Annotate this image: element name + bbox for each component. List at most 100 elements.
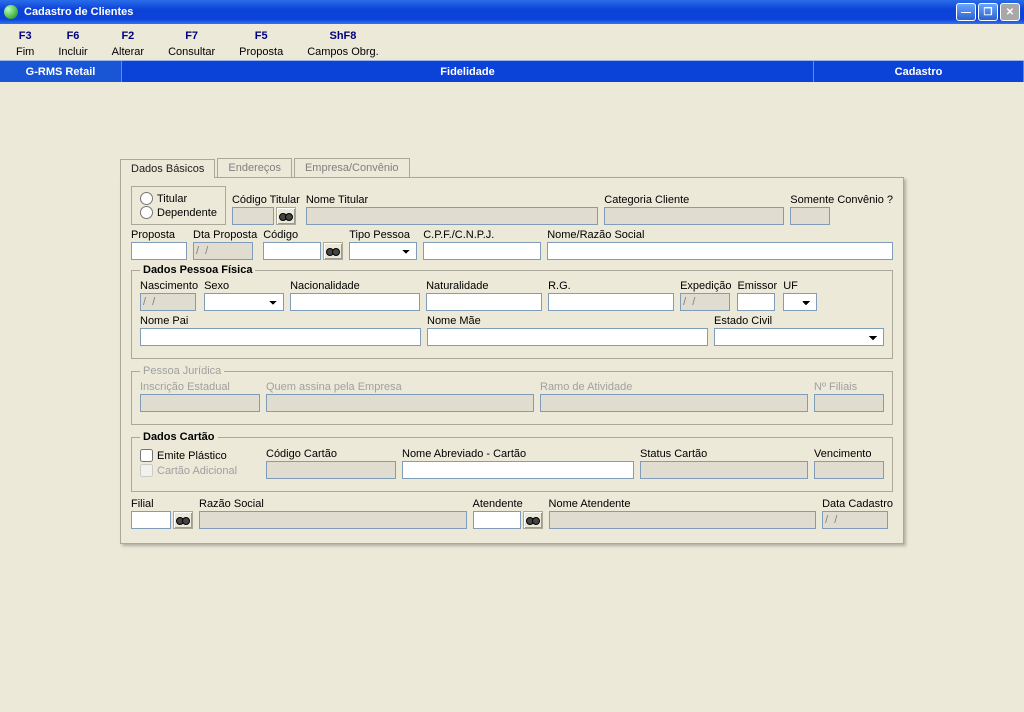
lookup-titular-button[interactable] <box>276 207 296 225</box>
input-nome-pai[interactable] <box>140 328 421 346</box>
select-somente-convenio[interactable] <box>790 207 830 225</box>
input-ramo-atividade <box>540 394 808 412</box>
input-data-cadastro[interactable] <box>822 511 888 529</box>
window-title: Cadastro de Clientes <box>24 6 133 18</box>
label-codigo-titular: Código Titular <box>232 194 300 206</box>
app-icon <box>4 5 18 19</box>
label-nome-mae: Nome Mãe <box>427 315 708 327</box>
input-nome-titular[interactable] <box>306 207 598 225</box>
input-dta-proposta[interactable] <box>193 242 253 260</box>
tab-enderecos[interactable]: Endereços <box>217 158 292 177</box>
toolbar-f6[interactable]: F6Incluir <box>58 30 87 58</box>
input-proposta[interactable] <box>131 242 187 260</box>
label-emissor: Emissor <box>737 280 777 292</box>
toolbar-f3[interactable]: F3Fim <box>16 30 34 58</box>
label-codigo-cartao: Código Cartão <box>266 448 396 460</box>
label-nome-abreviado: Nome Abreviado - Cartão <box>402 448 634 460</box>
select-estado-civil[interactable] <box>714 328 884 346</box>
label-quem-assina: Quem assina pela Empresa <box>266 381 534 393</box>
toolbar-f2[interactable]: F2Alterar <box>112 30 144 58</box>
label-cpf-cnpj: C.P.F./C.N.P.J. <box>423 229 541 241</box>
input-inscricao-estadual <box>140 394 260 412</box>
panel-left: G-RMS Retail <box>0 61 122 82</box>
label-inscricao-estadual: Inscrição Estadual <box>140 381 260 393</box>
input-nome-abreviado[interactable] <box>402 461 634 479</box>
input-vencimento[interactable] <box>814 461 884 479</box>
select-categoria-cliente[interactable] <box>604 207 784 225</box>
label-codigo: Código <box>263 229 343 241</box>
lookup-atendente-button[interactable] <box>523 511 543 529</box>
label-emite-plastico: Emite Plástico <box>157 450 227 462</box>
input-codigo[interactable] <box>263 242 321 260</box>
label-nacionalidade: Nacionalidade <box>290 280 420 292</box>
radio-titular[interactable] <box>140 192 153 205</box>
input-filial[interactable] <box>131 511 171 529</box>
input-razao-social[interactable] <box>199 511 467 529</box>
input-quem-assina <box>266 394 534 412</box>
binoculars-icon <box>526 515 540 525</box>
panel-right: Cadastro <box>814 61 1024 82</box>
input-nascimento[interactable] <box>140 293 196 311</box>
legend-dados-cartao: Dados Cartão <box>140 431 218 443</box>
input-nome-mae[interactable] <box>427 328 708 346</box>
lookup-filial-button[interactable] <box>173 511 193 529</box>
toolbar-shf8[interactable]: ShF8Campos Obrg. <box>307 30 379 58</box>
tab-strip: Dados Básicos Endereços Empresa/Convênio <box>120 158 904 177</box>
label-tipo-pessoa: Tipo Pessoa <box>349 229 417 241</box>
label-categoria-cliente: Categoria Cliente <box>604 194 784 206</box>
label-cartao-adicional: Cartão Adicional <box>157 465 237 477</box>
label-nome-titular: Nome Titular <box>306 194 598 206</box>
select-sexo[interactable] <box>204 293 284 311</box>
toolbar-f5[interactable]: F5Proposta <box>239 30 283 58</box>
select-tipo-pessoa[interactable] <box>349 242 417 260</box>
tab-empresa-convenio[interactable]: Empresa/Convênio <box>294 158 410 177</box>
group-pessoa-fisica: Dados Pessoa Física Nascimento Sexo Naci… <box>131 264 893 359</box>
label-ramo-atividade: Ramo de Atividade <box>540 381 808 393</box>
label-atendente: Atendente <box>473 498 543 510</box>
toolbar-f7[interactable]: F7Consultar <box>168 30 215 58</box>
label-status-cartao: Status Cartão <box>640 448 808 460</box>
close-button[interactable]: ✕ <box>1000 3 1020 21</box>
input-nome-atendente[interactable] <box>549 511 817 529</box>
module-panel: G-RMS Retail Fidelidade Cadastro <box>0 60 1024 82</box>
minimize-button[interactable]: — <box>956 3 976 21</box>
panel-center: Fidelidade <box>122 61 814 82</box>
titlebar: Cadastro de Clientes — ❐ ✕ <box>0 0 1024 24</box>
radio-titular-label: Titular <box>157 193 187 205</box>
lookup-codigo-button[interactable] <box>323 242 343 260</box>
label-naturalidade: Naturalidade <box>426 280 542 292</box>
label-razao-social: Razão Social <box>199 498 467 510</box>
input-nome-razao[interactable] <box>547 242 893 260</box>
tipo-cliente-radio-group: Titular Dependente <box>131 186 226 225</box>
select-status-cartao[interactable] <box>640 461 808 479</box>
maximize-button[interactable]: ❐ <box>978 3 998 21</box>
label-n-filiais: Nº Filiais <box>814 381 884 393</box>
radio-dependente[interactable] <box>140 206 153 219</box>
label-sexo: Sexo <box>204 280 284 292</box>
input-atendente[interactable] <box>473 511 521 529</box>
input-codigo-titular[interactable] <box>232 207 274 225</box>
label-proposta: Proposta <box>131 229 187 241</box>
legend-pessoa-juridica: Pessoa Jurídica <box>140 365 224 377</box>
input-codigo-cartao[interactable] <box>266 461 396 479</box>
label-estado-civil: Estado Civil <box>714 315 884 327</box>
tab-content: Titular Dependente Código Titular Nome T… <box>120 177 904 544</box>
label-expedicao: Expedição <box>680 280 731 292</box>
input-rg[interactable] <box>548 293 674 311</box>
binoculars-icon <box>279 211 293 221</box>
checkbox-cartao-adicional <box>140 464 153 477</box>
label-rg: R.G. <box>548 280 674 292</box>
group-dados-cartao: Dados Cartão Emite Plástico Cartão Adici… <box>131 431 893 492</box>
tab-dados-basicos[interactable]: Dados Básicos <box>120 159 215 178</box>
radio-dependente-label: Dependente <box>157 207 217 219</box>
select-uf[interactable] <box>783 293 817 311</box>
label-nome-atendente: Nome Atendente <box>549 498 817 510</box>
input-naturalidade[interactable] <box>426 293 542 311</box>
input-nacionalidade[interactable] <box>290 293 420 311</box>
label-data-cadastro: Data Cadastro <box>822 498 893 510</box>
label-nascimento: Nascimento <box>140 280 198 292</box>
input-expedicao[interactable] <box>680 293 730 311</box>
input-emissor[interactable] <box>737 293 775 311</box>
checkbox-emite-plastico[interactable] <box>140 449 153 462</box>
input-cpf-cnpj[interactable] <box>423 242 541 260</box>
